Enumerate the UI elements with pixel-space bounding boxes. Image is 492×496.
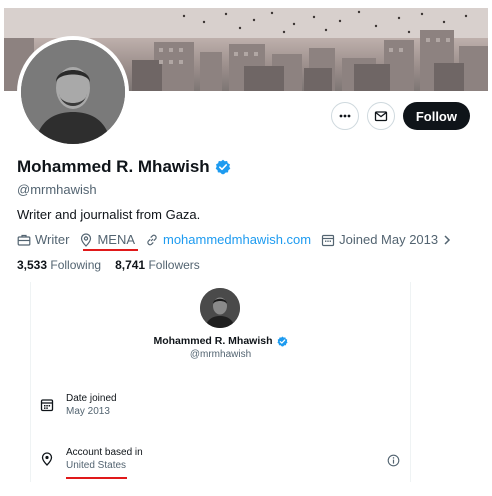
meta-joined: Joined May 2013 — [321, 232, 452, 247]
profile-name-row: Mohammed R. Mhawish — [17, 157, 231, 177]
meta-profession: Writer — [17, 232, 69, 247]
about-handle: @mrmhawish — [189, 349, 252, 360]
about-display-name: Mohammed R. Mhawish — [153, 335, 273, 347]
profile-bio: Writer and journalist from Gaza. — [17, 207, 201, 222]
info-icon[interactable] — [387, 454, 400, 467]
location-pin-icon — [41, 452, 53, 466]
account-based-text: Account based in United States — [66, 447, 143, 472]
more-icon — [339, 114, 351, 118]
profile-meta-row: Writer MENA mohammedmhawish.com Joined M… — [17, 232, 462, 247]
calendar-icon — [40, 399, 54, 412]
location-underline-annotation — [83, 249, 138, 251]
location-text: MENA — [97, 232, 135, 247]
profile-avatar-frame[interactable] — [17, 36, 129, 148]
country-underline-annotation — [66, 477, 127, 479]
following-stat[interactable]: 3,533 Following — [17, 258, 101, 272]
verified-badge-icon[interactable] — [215, 159, 231, 175]
profile-handle: @mrmhawish — [17, 182, 97, 197]
about-avatar-portrait — [200, 288, 240, 328]
verified-badge-icon — [276, 336, 288, 346]
date-joined-text: Date joined May 2013 — [66, 393, 117, 418]
profile-avatar[interactable] — [21, 40, 125, 144]
message-button[interactable] — [366, 102, 395, 130]
about-account-card: Mohammed R. Mhawish @mrmhawish Date join… — [30, 282, 411, 482]
briefcase-icon — [17, 234, 31, 246]
account-based-row: Account based in United States — [40, 447, 143, 472]
about-avatar — [200, 288, 240, 328]
profile-actions: Follow — [330, 102, 470, 130]
followers-label: Followers — [148, 258, 200, 272]
follow-button[interactable]: Follow — [402, 102, 470, 130]
following-count: 3,533 — [17, 258, 48, 272]
calendar-icon — [322, 234, 335, 246]
profile-stats: 3,533 Following 8,741 Followers — [17, 258, 200, 272]
date-joined-label: Date joined — [66, 393, 117, 404]
meta-website[interactable]: mohammedmhawish.com — [145, 232, 311, 247]
website-link[interactable]: mohammedmhawish.com — [163, 232, 311, 247]
meta-location: MENA — [79, 232, 135, 247]
profession-text: Writer — [35, 232, 70, 247]
followers-count: 8,741 — [115, 258, 146, 272]
more-button[interactable] — [330, 102, 359, 130]
account-based-label: Account based in — [66, 447, 143, 458]
chevron-right-icon[interactable] — [442, 234, 452, 246]
date-joined-value: May 2013 — [66, 406, 110, 417]
date-joined-row: Date joined May 2013 — [40, 393, 117, 418]
about-name-row: Mohammed R. Mhawish — [31, 335, 410, 347]
link-icon — [147, 234, 157, 245]
followers-stat[interactable]: 8,741 Followers — [115, 258, 200, 272]
display-name: Mohammed R. Mhawish — [17, 157, 210, 176]
location-pin-icon — [81, 232, 92, 247]
joined-text: Joined May 2013 — [339, 232, 439, 247]
message-icon — [374, 111, 387, 122]
avatar-portrait — [21, 40, 125, 144]
account-based-value: United States — [66, 460, 127, 471]
following-label: Following — [50, 258, 102, 272]
